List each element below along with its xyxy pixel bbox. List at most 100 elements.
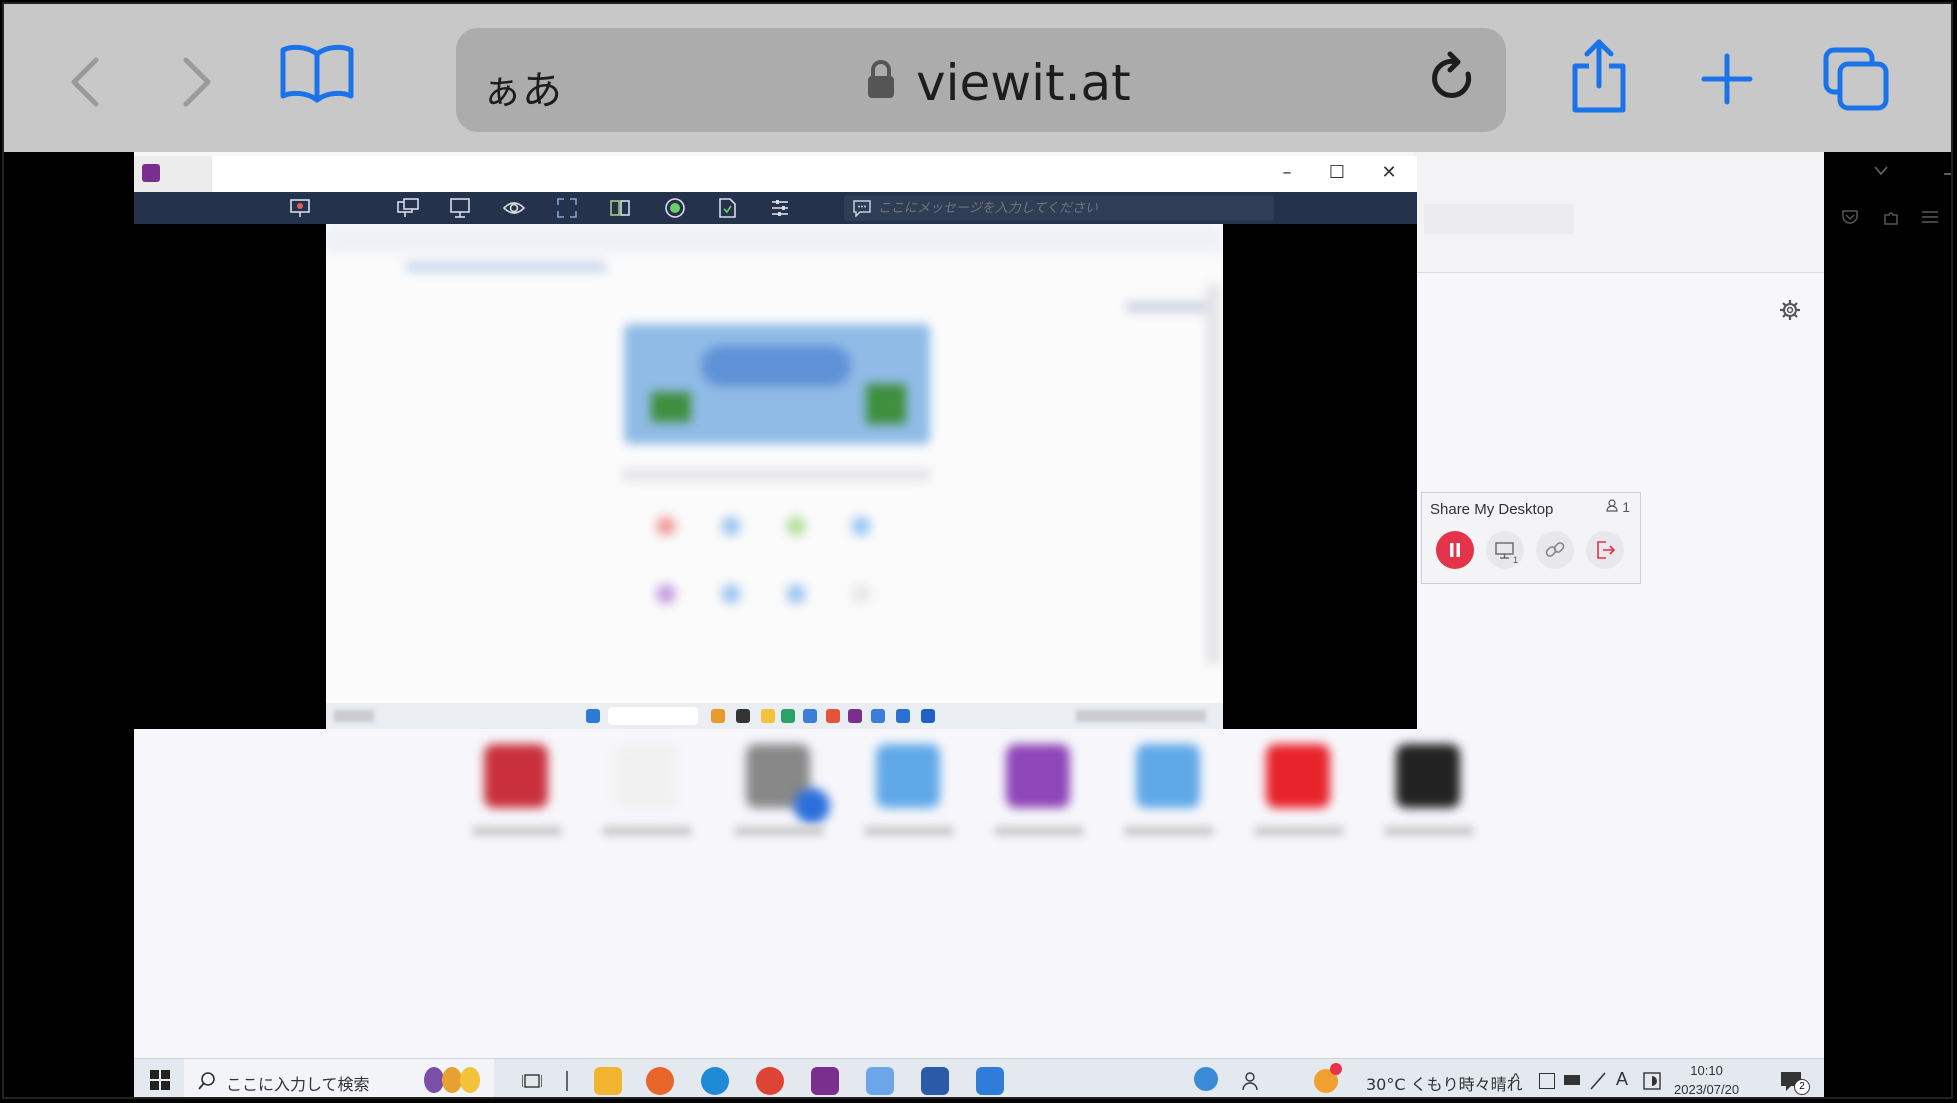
bookmarks-icon[interactable] <box>279 40 355 104</box>
app-tile[interactable] <box>484 744 548 808</box>
remote-weather <box>334 710 374 722</box>
battery-icon[interactable] <box>1564 1075 1580 1085</box>
app-tile-label <box>734 826 824 836</box>
remote-app-icon <box>781 709 795 723</box>
settings-sliders-icon[interactable] <box>769 197 791 219</box>
viewer-count: 1 <box>1606 499 1630 515</box>
share-desktop-panel: Share My Desktop 1 1 <box>1421 492 1641 584</box>
search-highlight-icon <box>460 1067 480 1093</box>
chevron-up-icon[interactable]: ^ <box>1512 1071 1520 1089</box>
maximize-button[interactable]: ☐ <box>1317 160 1357 186</box>
app-tile[interactable] <box>1396 744 1460 808</box>
new-tab-icon[interactable] <box>1700 52 1754 106</box>
document-icon[interactable] <box>716 197 738 219</box>
app-badge <box>794 788 830 824</box>
taskbar-clock[interactable]: 10:10 2023/07/20 <box>1674 1061 1739 1097</box>
url-text[interactable]: viewit.at <box>916 54 1131 112</box>
file-transfer-icon[interactable] <box>609 197 631 219</box>
app-taskbar-icon[interactable] <box>866 1067 894 1095</box>
view-only-icon[interactable] <box>502 197 526 219</box>
chat-icon <box>853 200 871 217</box>
remote-search-box <box>608 707 698 725</box>
page-settings-button[interactable]: ぁあ <box>482 58 562 116</box>
menu-icon[interactable] <box>1922 210 1938 224</box>
tray-icon[interactable] <box>1539 1073 1555 1089</box>
remote-app-icon <box>826 709 840 723</box>
mail-icon[interactable] <box>976 1067 1004 1095</box>
windows-taskbar: ここに入力して検索 30°C くもり時々晴れ ^ A 10:10 2023/07… <box>134 1058 1824 1097</box>
browser-window-right <box>1414 152 1951 273</box>
screen-frame: ぁあ viewit.at – ☐ ✕ ここにメッセージを入力してください Sha… <box>2 2 1953 1099</box>
app-tile-label <box>1254 826 1344 836</box>
minimize-button[interactable]: – <box>1267 160 1307 186</box>
link-icon <box>1545 542 1565 557</box>
share-panel-title: Share My Desktop <box>1430 501 1554 518</box>
monitor-icon[interactable] <box>449 197 471 219</box>
forward-icon[interactable] <box>176 52 216 112</box>
word-icon[interactable] <box>921 1067 949 1095</box>
record-icon[interactable] <box>664 197 686 219</box>
app-tile[interactable] <box>1006 744 1070 808</box>
disconnect-icon[interactable] <box>289 197 311 219</box>
copy-link-button[interactable] <box>1536 531 1574 569</box>
pause-sharing-button[interactable] <box>1436 531 1474 569</box>
app-tile-label <box>864 826 954 836</box>
user-icon <box>1606 499 1618 512</box>
pause-icon <box>1450 543 1460 557</box>
viewit-taskbar-icon[interactable] <box>811 1067 839 1095</box>
screen-number: 1 <box>1513 555 1519 565</box>
viewer-toolbar <box>134 192 1417 224</box>
fullscreen-icon[interactable] <box>556 197 578 219</box>
extensions-icon[interactable] <box>1882 208 1900 226</box>
volume-icon[interactable] <box>1642 1071 1662 1091</box>
app-tile[interactable] <box>1266 744 1330 808</box>
taskbar-search-box[interactable]: ここに入力して検索 <box>184 1059 494 1097</box>
task-view-icon[interactable] <box>522 1072 542 1090</box>
app-tile-label <box>1124 826 1214 836</box>
edge-icon[interactable] <box>701 1067 729 1095</box>
app-tile[interactable] <box>1136 744 1200 808</box>
app-tile[interactable] <box>614 744 678 808</box>
notification-count: 2 <box>1794 1079 1810 1095</box>
reload-icon[interactable] <box>1426 50 1480 108</box>
remote-app-icon <box>736 709 750 723</box>
pen-icon[interactable] <box>1589 1071 1607 1091</box>
remote-app-icon <box>848 709 862 723</box>
clock-time: 10:10 <box>1690 1063 1723 1078</box>
minimize-icon[interactable] <box>1944 172 1953 176</box>
remote-app-icon <box>921 709 935 723</box>
remote-screen[interactable] <box>326 224 1223 729</box>
remote-app-icon <box>803 709 817 723</box>
firefox-icon[interactable] <box>646 1067 674 1095</box>
share-icon[interactable] <box>1569 38 1629 114</box>
search-placeholder: ここに入力して検索 <box>226 1075 370 1094</box>
people-icon[interactable] <box>1242 1071 1264 1091</box>
chat-message-input[interactable] <box>844 195 1274 221</box>
weather-text[interactable]: 30°C くもり時々晴れ <box>1366 1071 1523 1095</box>
select-screen-button[interactable]: 1 <box>1486 531 1524 569</box>
chevron-down-icon[interactable] <box>1874 166 1888 176</box>
back-icon[interactable] <box>66 52 106 112</box>
help-icon[interactable] <box>1194 1067 1218 1091</box>
search-icon <box>198 1072 215 1090</box>
remote-app-icon <box>871 709 885 723</box>
multi-monitor-icon[interactable] <box>396 197 420 219</box>
app-tile[interactable] <box>876 744 940 808</box>
exit-icon <box>1597 541 1616 559</box>
pocket-icon[interactable] <box>1841 208 1859 226</box>
close-button[interactable]: ✕ <box>1369 160 1409 186</box>
address-bar[interactable]: ぁあ viewit.at <box>456 28 1506 132</box>
taskbar-divider <box>566 1071 568 1091</box>
chrome-icon[interactable] <box>756 1067 784 1095</box>
remote-viewer-window: – ☐ ✕ <box>134 156 1417 729</box>
ime-mode-indicator[interactable]: A <box>1616 1069 1628 1090</box>
gear-icon[interactable] <box>1780 300 1800 320</box>
stop-sharing-button[interactable] <box>1586 531 1624 569</box>
file-explorer-icon[interactable] <box>594 1067 622 1095</box>
remote-app-icon <box>761 709 775 723</box>
windows-start-icon[interactable] <box>150 1070 170 1090</box>
remote-app-icon <box>711 709 725 723</box>
remote-start-icon <box>586 709 600 723</box>
app-tile-label <box>994 826 1084 836</box>
tabs-overview-icon[interactable] <box>1822 46 1890 112</box>
